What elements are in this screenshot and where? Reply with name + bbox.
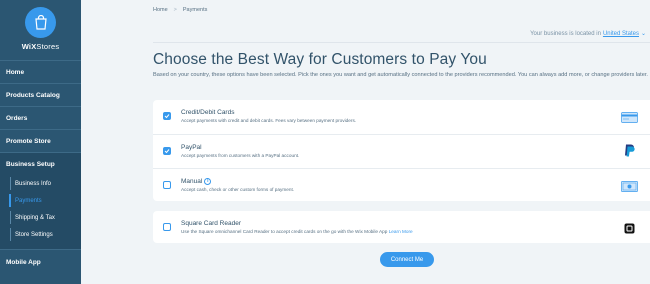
divider (153, 42, 650, 43)
checkbox-paypal[interactable] (163, 147, 171, 155)
nav-item-home[interactable]: Home (0, 60, 81, 83)
nav-label: Business Setup (6, 160, 55, 168)
checkmark-icon (164, 114, 170, 119)
page-intro: Based on your country, these options hav… (153, 72, 648, 78)
location-label: Your business is located in (530, 30, 601, 37)
sub-item-store-settings[interactable]: Store Settings (0, 226, 81, 243)
payment-options-card: Credit/Debit Cards Accept payments with … (153, 100, 650, 201)
nav-item-orders[interactable]: Orders (0, 106, 81, 129)
paypal-icon (624, 144, 635, 162)
info-icon[interactable]: i (204, 178, 212, 185)
payment-option-paypal[interactable]: PayPal Accept payments from customers wi… (153, 134, 650, 167)
option-title: PayPal (181, 144, 202, 151)
checkbox-square[interactable] (163, 223, 171, 231)
breadcrumb-current: Payments (182, 7, 208, 13)
option-description: Accept payments from customers with a Pa… (181, 153, 300, 158)
cash-icon (621, 179, 638, 197)
credit-card-icon (621, 110, 638, 128)
nav-label: Products Catalog (6, 91, 60, 99)
option-description: Use the Square omnichannel Card Reader t… (181, 229, 388, 234)
option-title: Credit/Debit Cards (181, 109, 235, 116)
sub-item-payments[interactable]: Payments (0, 192, 81, 209)
nav-label: Promote Store (6, 137, 51, 145)
nav-item-mobile-app[interactable]: Mobile App (0, 249, 81, 275)
nav-item-promote-store[interactable]: Promote Store (0, 129, 81, 152)
option-description: Accept payments with credit and debit ca… (181, 118, 357, 123)
square-card-reader-card: Square Card Reader Use the Square omnich… (153, 211, 650, 243)
payment-option-manual[interactable]: Manual i Accept cash, check or other cust… (153, 168, 650, 201)
breadcrumb: Home > Payments (153, 7, 207, 13)
sidebar: WiXStores Home Products Catalog Orders P… (0, 0, 81, 284)
business-location: Your business is located in United State… (530, 30, 646, 38)
option-title: Square Card Reader (181, 220, 241, 227)
checkbox-credit-cards[interactable] (163, 112, 171, 120)
option-title: Manual (181, 178, 203, 185)
breadcrumb-home[interactable]: Home (153, 7, 168, 13)
option-description: Accept cash, check or other custom forms… (181, 187, 295, 192)
brand: WiXStores (0, 0, 81, 60)
checkmark-icon (164, 149, 170, 154)
nav-item-business-setup[interactable]: Business Setup (0, 152, 81, 175)
nav-label: Orders (6, 114, 28, 122)
breadcrumb-separator: > (173, 7, 177, 13)
store-bag-icon (25, 7, 56, 38)
brand-logo: WiXStores (21, 42, 60, 51)
location-country-link[interactable]: United States (603, 31, 639, 37)
nav-label: Home (6, 68, 25, 76)
page-title: Choose the Best Way for Customers to Pay… (153, 51, 487, 68)
checkbox-manual[interactable] (163, 181, 171, 189)
sub-item-business-info[interactable]: Business Info (0, 175, 81, 192)
connect-me-button[interactable]: Connect Me (380, 252, 434, 267)
square-icon (624, 221, 635, 239)
chevron-down-icon[interactable]: ⌄ (641, 30, 646, 37)
payment-option-credit-cards[interactable]: Credit/Debit Cards Accept payments with … (153, 100, 650, 133)
learn-more-link[interactable]: Learn More (389, 229, 413, 234)
sub-item-shipping-tax[interactable]: Shipping & Tax (0, 209, 81, 226)
business-setup-submenu: Business Info Payments Shipping & Tax St… (0, 175, 81, 249)
nav-label: Mobile App (6, 259, 41, 266)
nav-item-products-catalog[interactable]: Products Catalog (0, 83, 81, 106)
payment-option-square[interactable]: Square Card Reader Use the Square omnich… (153, 211, 650, 244)
